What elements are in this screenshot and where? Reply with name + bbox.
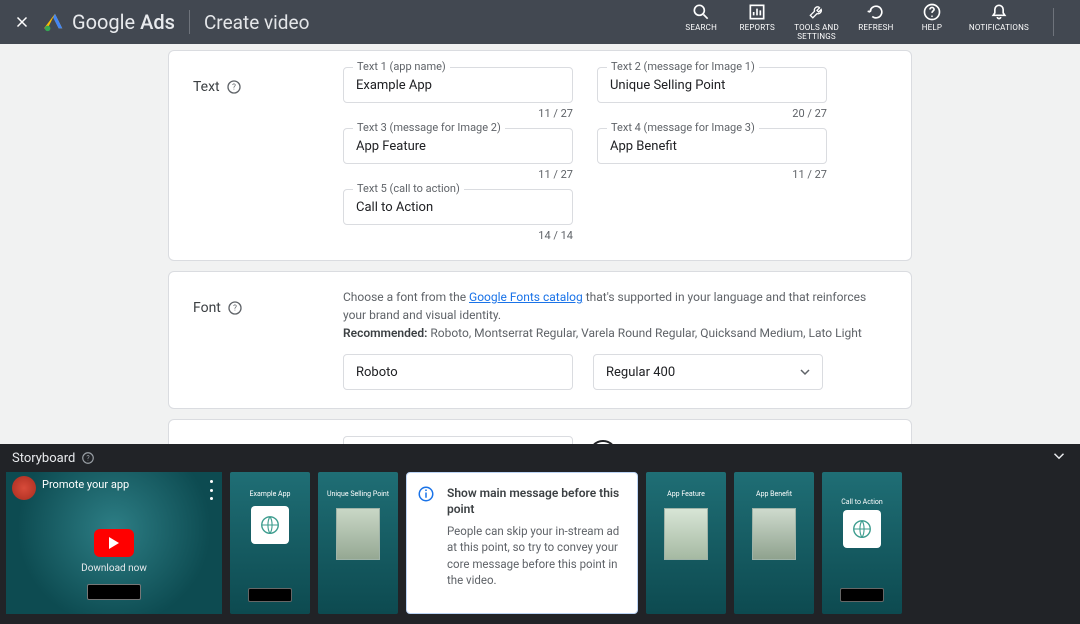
text5-label: Text 5 (call to action)	[353, 182, 464, 195]
google-fonts-link[interactable]: Google Fonts catalog	[469, 290, 583, 304]
tip-body: People can skip your in-stream ad at thi…	[447, 523, 625, 587]
chevron-down-icon	[1050, 447, 1068, 465]
search-icon	[691, 2, 711, 22]
text4-counter: 11 / 27	[597, 168, 827, 181]
brand-text: Google Ads	[72, 10, 175, 34]
storyboard-slide-2[interactable]: Unique Selling Point	[318, 472, 398, 614]
brand-ads: Ads	[140, 10, 175, 34]
page-title: Create video	[204, 11, 310, 34]
tool-search[interactable]: SEARCH	[682, 2, 720, 33]
help-icon[interactable]: ?	[227, 300, 243, 316]
storyboard-slide-1[interactable]: Example App	[230, 472, 310, 614]
tip-title: Show main message before this point	[447, 485, 625, 517]
preview-title: Promote your app	[42, 478, 129, 491]
slide-image	[752, 508, 796, 560]
storyboard-slide-5[interactable]: Call to Action	[822, 472, 902, 614]
music-track-select[interactable]: Hovering Thoughts	[343, 436, 573, 444]
header-toolbar: SEARCH REPORTS TOOLS AND SETTINGS REFRES…	[682, 2, 1072, 42]
svg-text:?: ?	[87, 454, 91, 462]
text2-counter: 20 / 27	[597, 107, 827, 120]
music-section: Music ? Hovering Thoughts	[168, 419, 912, 444]
google-play-badge-icon	[87, 584, 141, 600]
text1-label: Text 1 (app name)	[353, 60, 450, 73]
tool-reports[interactable]: REPORTS	[738, 2, 776, 33]
more-button[interactable]	[210, 480, 214, 500]
text4-label: Text 4 (message for Image 3)	[607, 121, 759, 134]
app-header: Google Ads Create video SEARCH REPORTS T…	[0, 0, 1080, 44]
wrench-icon	[807, 2, 827, 22]
slide-image	[664, 508, 708, 560]
collapse-button[interactable]	[1050, 447, 1068, 469]
text1-counter: 11 / 27	[343, 107, 573, 120]
youtube-play-icon	[94, 529, 134, 557]
svg-text:?: ?	[232, 83, 236, 92]
app-icon	[251, 506, 289, 544]
storyboard-title: Storyboard	[12, 451, 75, 466]
google-play-badge-icon	[840, 588, 884, 602]
video-preview[interactable]: Promote your app Download now	[6, 472, 222, 614]
help-icon	[922, 2, 942, 22]
text3-label: Text 3 (message for Image 2)	[353, 121, 505, 134]
tool-notifications[interactable]: NOTIFICATIONS	[969, 2, 1029, 33]
font-family-input[interactable]	[343, 354, 573, 390]
text3-counter: 11 / 27	[343, 168, 573, 181]
google-play-badge-icon	[248, 588, 292, 602]
storyboard-tip: Show main message before this point Peop…	[406, 472, 638, 614]
font-weight-select[interactable]: Regular 400	[593, 354, 823, 390]
close-icon	[13, 13, 31, 31]
tool-help[interactable]: HELP	[913, 2, 951, 33]
storyboard-slide-3[interactable]: App Feature	[646, 472, 726, 614]
info-icon	[417, 485, 435, 503]
help-icon[interactable]: ?	[226, 79, 242, 95]
font-section-label: Font	[193, 300, 221, 316]
storyboard-panel: Storyboard ? Promote your app Download n…	[0, 444, 1080, 624]
text5-counter: 14 / 14	[343, 229, 573, 242]
divider	[189, 10, 190, 34]
channel-avatar	[12, 476, 36, 500]
tool-tools-settings[interactable]: TOOLS AND SETTINGS	[794, 2, 839, 42]
slide-image	[336, 508, 380, 560]
divider	[1053, 8, 1054, 36]
app-icon	[843, 510, 881, 548]
storyboard-slide-4[interactable]: App Benefit	[734, 472, 814, 614]
font-description: Choose a font from the Google Fonts cata…	[343, 288, 887, 342]
tool-refresh[interactable]: REFRESH	[857, 2, 895, 33]
google-ads-logo-icon	[44, 11, 66, 33]
refresh-icon	[866, 2, 886, 22]
text2-label: Text 2 (message for Image 1)	[607, 60, 759, 73]
brand-google: Google	[72, 10, 135, 34]
bell-icon	[989, 2, 1009, 22]
svg-text:?: ?	[233, 304, 237, 313]
font-section: Font ? Choose a font from the Google Fon…	[168, 271, 912, 409]
close-button[interactable]	[8, 8, 36, 36]
preview-cta: Download now	[6, 563, 222, 574]
chevron-down-icon	[800, 367, 810, 377]
text-section: Text ? Text 1 (app name) 11 / 27 Text 2 …	[168, 50, 912, 261]
reports-icon	[747, 2, 767, 22]
main-content: Text ? Text 1 (app name) 11 / 27 Text 2 …	[0, 44, 1080, 444]
text-section-label: Text	[193, 79, 220, 95]
help-icon[interactable]: ?	[81, 451, 95, 465]
